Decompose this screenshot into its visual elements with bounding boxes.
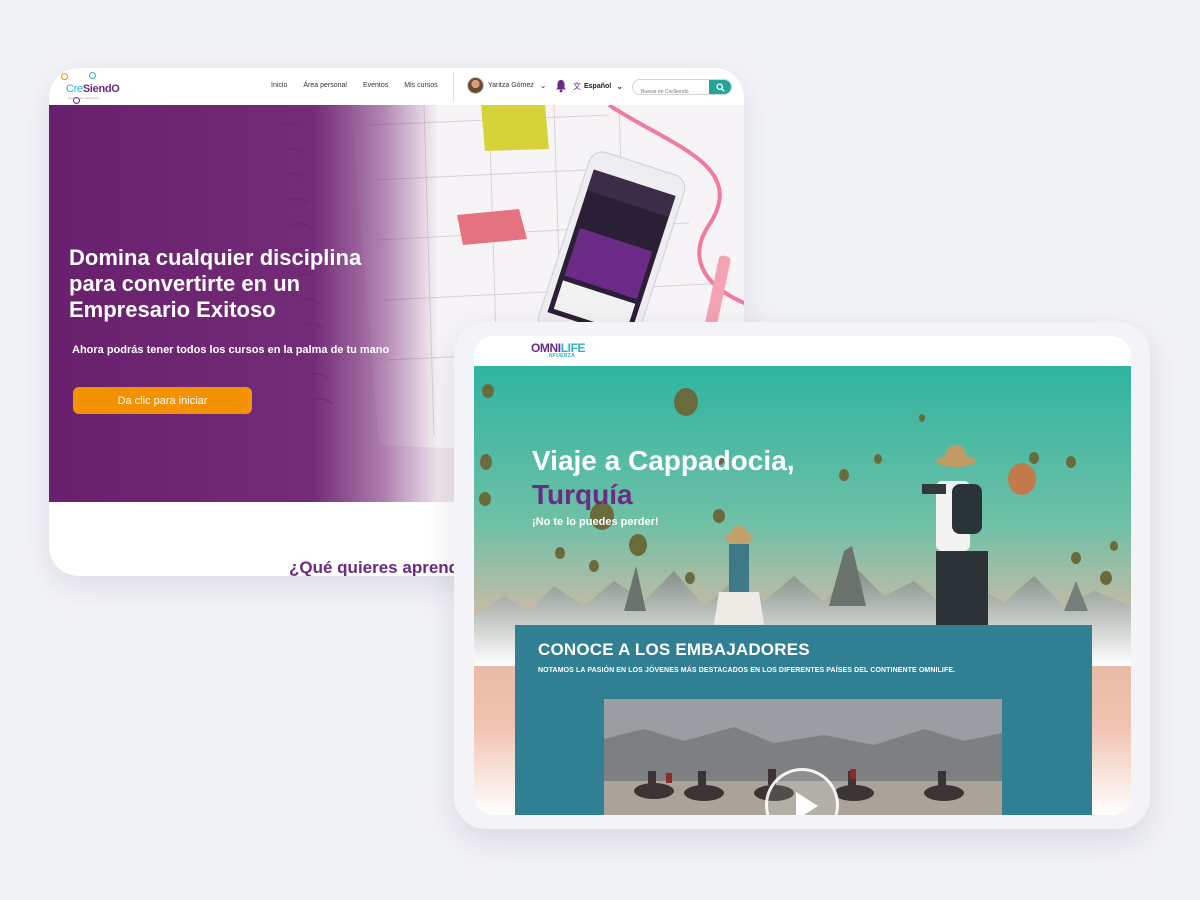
start-button[interactable]: Da clic para iniciar [73, 387, 252, 414]
logo-dot-icon [89, 72, 96, 79]
search-input[interactable] [633, 85, 709, 94]
ambassadors-video[interactable] [604, 699, 1002, 815]
search-box [632, 79, 732, 95]
hero-title-line1: Viaje a Cappadocia, [532, 445, 795, 476]
chevron-down-icon: ⌄ [616, 82, 623, 91]
language-label: Español [584, 83, 612, 90]
user-menu[interactable]: Yaritza Gómez ⌄ [467, 77, 546, 94]
bell-icon[interactable] [555, 79, 567, 93]
logo-wordmark: CreSiendO [66, 83, 120, 95]
language-selector[interactable]: 文 Español ⌄ [573, 81, 623, 92]
search-button[interactable] [709, 80, 731, 94]
chevron-down-icon: ⌄ [539, 81, 547, 90]
logo-dot-icon [61, 73, 68, 80]
ambassadors-section: CONOCE A LOS EMBAJADORES NOTAMOS LA PASI… [515, 625, 1092, 815]
ambassadors-title: CONOCE A LOS EMBAJADORES [538, 640, 810, 659]
logo-tagline: sistema de crecimiento [68, 96, 99, 100]
translate-icon: 文 [573, 82, 581, 91]
nav-area-personal[interactable]: Área personal [303, 82, 347, 89]
avatar [467, 77, 484, 94]
cresiendo-navbar: CreSiendO sistema de crecimiento Inicio … [49, 68, 744, 105]
omnilife-screen: OMNILIFE NFUERZA Viaje a Cappadocia, Tur… [474, 336, 1131, 815]
omnilife-logo[interactable]: OMNILIFE NFUERZA [531, 341, 586, 359]
hero-tagline: ¡No te lo puedes perder! [532, 516, 659, 528]
omnilife-tablet: OMNILIFE NFUERZA Viaje a Cappadocia, Tur… [454, 322, 1150, 829]
nav-divider [453, 72, 454, 102]
user-name: Yaritza Gómez [488, 82, 534, 89]
cresiendo-logo[interactable]: CreSiendO sistema de crecimiento [59, 72, 121, 104]
nav-eventos[interactable]: Eventos [363, 82, 388, 89]
ambassadors-subtitle: NOTAMOS LA PASIÓN EN LOS JÓVENES MÁS DES… [538, 667, 956, 674]
omnilife-header: OMNILIFE NFUERZA [474, 336, 1131, 366]
hero-subtitle: Ahora podrás tener todos los cursos en l… [72, 344, 390, 356]
hero-title-line2: Turquía [532, 479, 633, 510]
search-icon [715, 82, 725, 92]
main-menu: Inicio Área personal Eventos Mis cursos [271, 82, 454, 89]
nav-inicio[interactable]: Inicio [271, 82, 287, 89]
nav-mis-cursos[interactable]: Mis cursos [404, 82, 437, 89]
travel-hero: Viaje a Cappadocia, Turquía ¡No te lo pu… [474, 366, 1131, 815]
hero-title: Domina cualquier disciplina para convert… [69, 245, 362, 322]
